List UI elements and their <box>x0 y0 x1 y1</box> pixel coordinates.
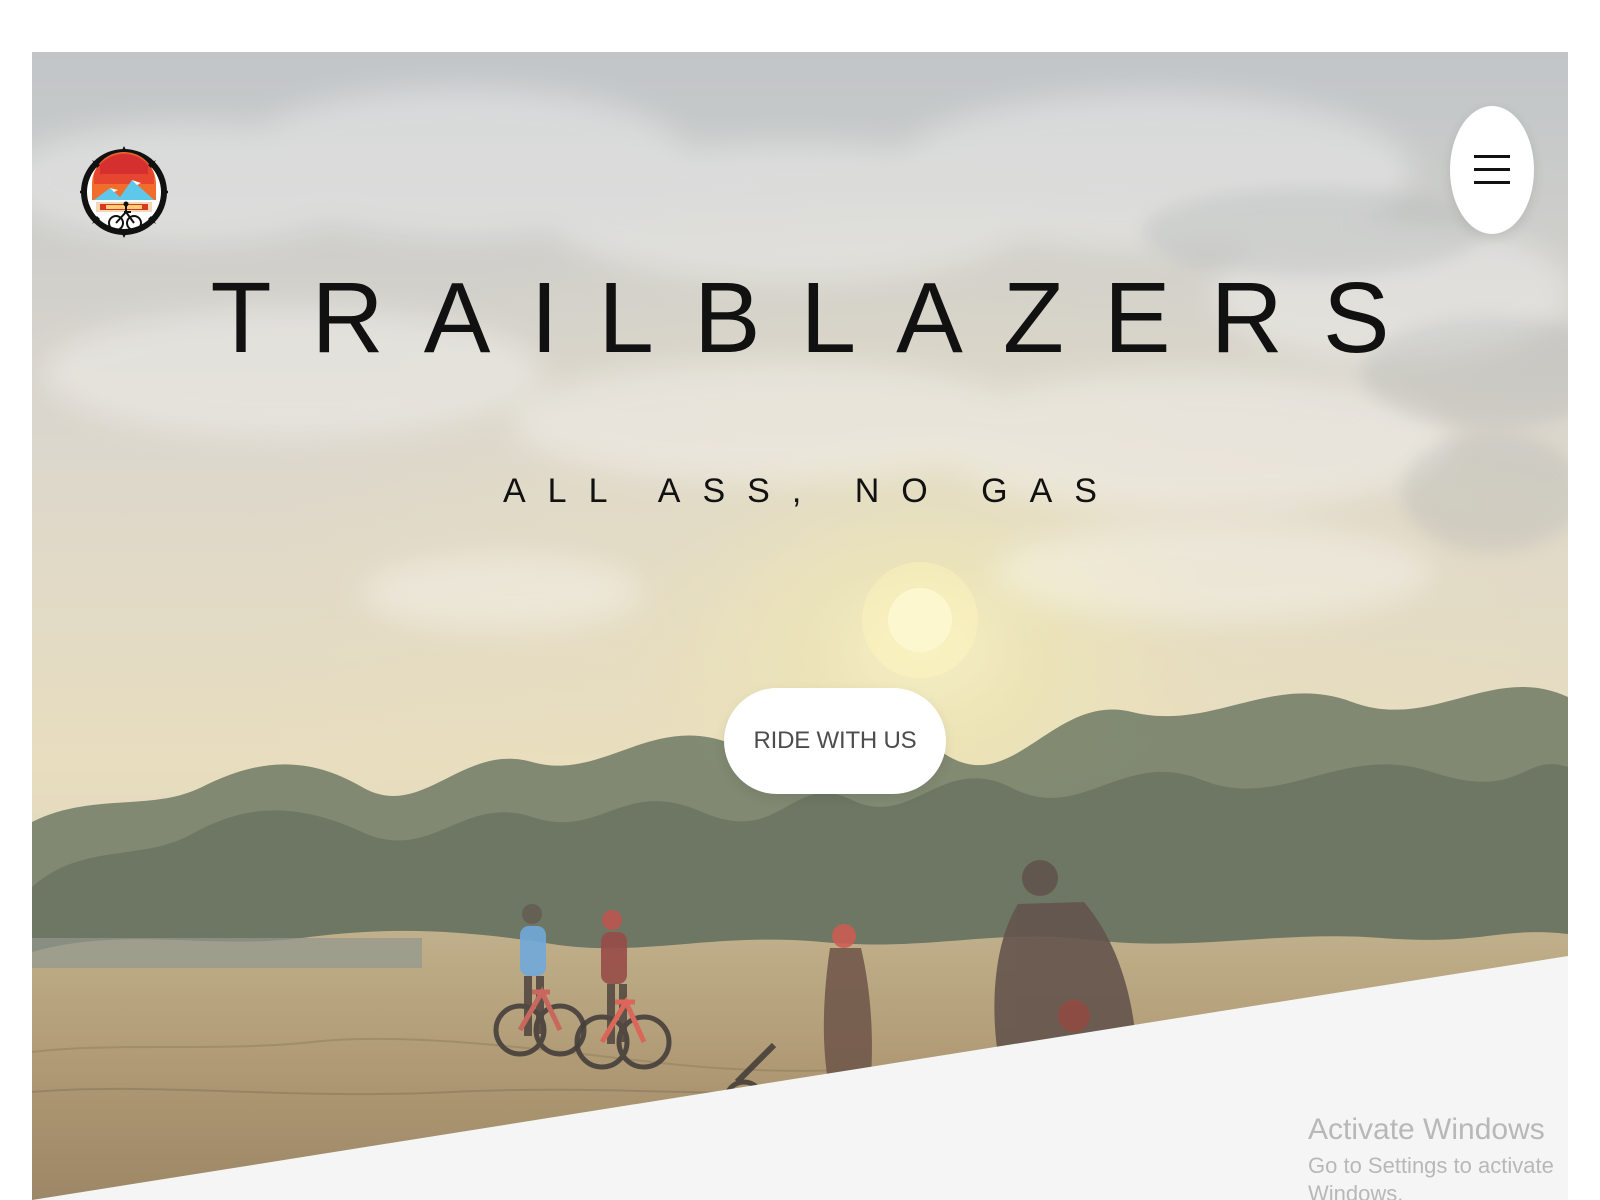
landing-page: RIDE WITH US Activate Windows Go to Sett… <box>0 0 1600 1200</box>
ride-with-us-button[interactable]: RIDE WITH US <box>724 688 946 794</box>
hero-scene <box>32 52 1568 1200</box>
trailblazers-logo-icon[interactable] <box>78 124 170 260</box>
page-title: TRAILBLAZERS <box>210 262 1430 374</box>
menu-button[interactable] <box>1450 106 1534 234</box>
hero-section: RIDE WITH US Activate Windows Go to Sett… <box>32 52 1568 1200</box>
hamburger-icon[interactable] <box>1474 153 1510 187</box>
page-tagline: ALL ASS, NO GAS <box>503 472 1119 510</box>
